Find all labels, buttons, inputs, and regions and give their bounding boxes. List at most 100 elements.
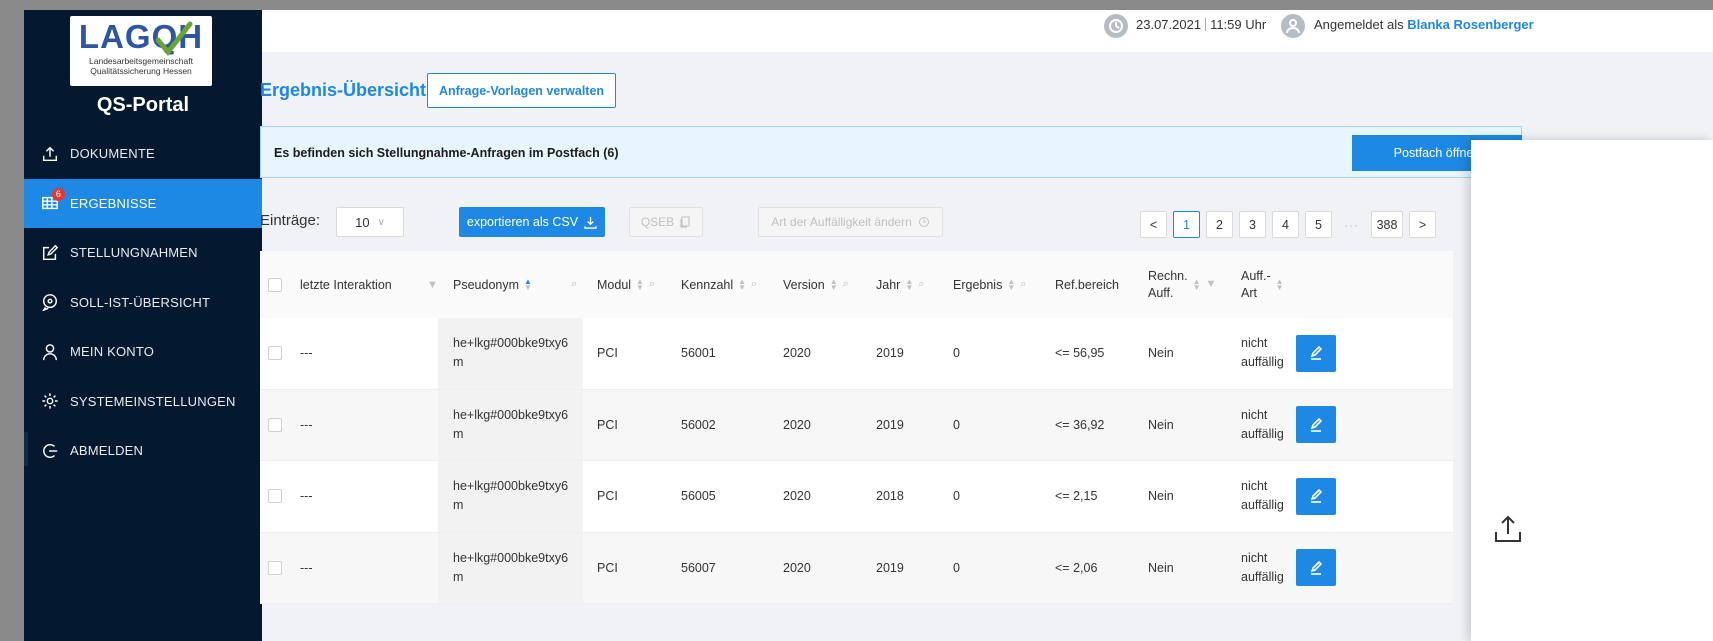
sidebar-item-abmelden[interactable]: ABMELDEN xyxy=(24,426,262,476)
gear-icon xyxy=(40,391,60,411)
sidebar-item-stellungnahmen[interactable]: STELLUNGNAHMEN xyxy=(24,228,262,278)
manage-templates-button[interactable]: Anfrage-Vorlagen verwalten xyxy=(427,73,616,108)
page-5-button[interactable]: 5 xyxy=(1305,211,1332,238)
header-jahr[interactable]: Jahr ▲ ▼ ⌕ xyxy=(876,251,924,318)
search-icon[interactable]: ⌕ xyxy=(566,251,577,318)
cell-interaction: --- xyxy=(300,346,313,361)
select-all-checkbox[interactable] xyxy=(268,277,282,292)
cell-jahr: 2019 xyxy=(876,417,904,432)
sidebar-item-label: SOLL-IST-ÜBERSICHT xyxy=(70,294,211,310)
cell-rechn-auff: Nein xyxy=(1148,560,1174,575)
info-banner: Es befinden sich Stellungnahme-Anfragen … xyxy=(260,126,1522,178)
date-text: 23.07.2021 xyxy=(1136,17,1202,32)
edit-cell xyxy=(1296,533,1336,604)
header-ergebnis[interactable]: Ergebnis ▲ ▼ ⌕ xyxy=(953,251,1026,318)
pseudonym-line1: he+lkg#000bke9txy6 xyxy=(453,407,569,422)
logo-subline-1: Landesarbeitsgemeinschaft xyxy=(89,56,193,66)
share-export-icon[interactable] xyxy=(1491,512,1525,546)
row-checkbox[interactable] xyxy=(268,560,282,575)
sidebar-item-systemeinstellungen[interactable]: SYSTEMEINSTELLUNGEN xyxy=(24,377,262,427)
change-anomaly-type-button[interactable]: Art der Auffälligkeit ändern xyxy=(758,207,943,237)
export-csv-button[interactable]: exportieren als CSV xyxy=(459,207,605,237)
cell-rechn-auff: Nein xyxy=(1148,346,1174,361)
auff-art-line1: nicht xyxy=(1241,407,1268,422)
next-page-button[interactable]: > xyxy=(1409,211,1436,238)
header-label: Ergebnis xyxy=(953,277,1003,292)
edit-button[interactable] xyxy=(1296,406,1336,444)
sidebar-item-soll-ist[interactable]: SOLL-IST-ÜBERSICHT xyxy=(24,278,262,328)
search-icon[interactable]: ⌕ xyxy=(649,278,655,291)
row-checkbox[interactable] xyxy=(268,346,282,361)
header-label-line1: Rechn. xyxy=(1148,268,1188,283)
sort-icon[interactable]: ▲ ▼ xyxy=(738,277,746,291)
sidebar-item-ergebnisse[interactable]: 6 ERGEBNISSE xyxy=(24,178,262,228)
cell-refbereich: <= 56,95 xyxy=(1055,346,1105,361)
sort-icon[interactable]: ▲ ▼ xyxy=(830,277,838,291)
qseb-button[interactable]: QSEB xyxy=(629,207,703,237)
header-rechn-auff[interactable]: Rechn. Auff. ▲ ▼ ▼ xyxy=(1148,251,1216,318)
row-checkbox[interactable] xyxy=(268,417,282,432)
row-checkbox[interactable] xyxy=(268,489,282,504)
pseudonym-line2: m xyxy=(453,426,464,441)
header-letzte-interaktion[interactable]: letzte Interaktion xyxy=(300,251,392,318)
pseudonym-line1: he+lkg#000bke9txy6 xyxy=(453,479,569,493)
pseudonym-line2: m xyxy=(453,498,464,512)
sort-down-icon: ▼ xyxy=(524,282,532,292)
search-glyph: ⌕ xyxy=(571,278,578,290)
prev-page-button[interactable]: < xyxy=(1140,211,1167,238)
cell-interaction: --- xyxy=(300,489,313,504)
page-4-button[interactable]: 4 xyxy=(1272,211,1299,238)
row-select-cell xyxy=(268,318,282,389)
page-1-button[interactable]: 1 xyxy=(1173,211,1200,238)
header-auff-art[interactable]: Auff.- Art ▲ ▼ xyxy=(1241,251,1284,318)
user-name-link[interactable]: Blanka Rosenberger xyxy=(1407,17,1533,32)
sidebar-item-dokumente[interactable]: DOKUMENTE xyxy=(24,129,262,179)
sidebar-item-label: MEIN KONTO xyxy=(70,344,155,360)
header-kennzahl[interactable]: Kennzahl ▲ ▼ ⌕ xyxy=(681,251,757,318)
header-version[interactable]: Version ▲ ▼ ⌕ xyxy=(783,251,849,318)
pseudonym-line2: m xyxy=(453,355,464,369)
sort-icon[interactable]: ▲ ▼ xyxy=(636,277,644,291)
sort-icon[interactable]: ▲ ▼ xyxy=(524,277,532,292)
pseudonym-line1: he+lkg#000bke9txy6 xyxy=(453,336,569,350)
last-page-button[interactable]: 388 xyxy=(1371,211,1403,238)
header-pseudonym[interactable]: Pseudonym ▲ ▼ xyxy=(453,251,532,318)
row-select-cell xyxy=(268,533,282,604)
search-icon[interactable]: ⌕ xyxy=(751,278,757,291)
sidebar-item-label: SYSTEMEINSTELLUNGEN xyxy=(70,393,236,409)
header-label-line2: Art xyxy=(1241,285,1257,300)
filter-icon[interactable]: ▼ xyxy=(422,251,438,318)
page-3-button[interactable]: 3 xyxy=(1239,211,1266,238)
search-icon[interactable]: ⌕ xyxy=(843,278,849,291)
sort-icon[interactable]: ▲ ▼ xyxy=(1193,277,1201,291)
logo-subline-2: Qualitätssicherung Hessen xyxy=(90,66,192,76)
header-label-stack: Rechn. Auff. xyxy=(1148,268,1188,302)
edit-button[interactable] xyxy=(1296,549,1336,587)
sort-icon[interactable]: ▲ ▼ xyxy=(1007,277,1015,291)
search-icon[interactable]: ⌕ xyxy=(1020,278,1026,291)
edit-button[interactable] xyxy=(1296,334,1336,372)
row-select-cell xyxy=(268,390,282,461)
more-pages-ellipsis[interactable]: ··· xyxy=(1338,218,1365,232)
filter-icon[interactable]: ▼ xyxy=(1206,276,1217,293)
lagqh-logo[interactable]: LAGQH Landesarbeitsgemeinschaft Qualität… xyxy=(70,16,212,86)
edit-button[interactable] xyxy=(1296,477,1336,515)
cell-kennzahl: 56002 xyxy=(681,417,716,432)
sidebar-item-mein-konto[interactable]: MEIN KONTO xyxy=(24,327,262,377)
entries-value: 10 xyxy=(355,214,370,230)
clock-icon xyxy=(1104,14,1128,38)
sort-icon[interactable]: ▲ ▼ xyxy=(905,277,913,291)
table-row: --- he+lkg#000bke9txy6 m PCI 56007 2020 2… xyxy=(260,532,1453,604)
search-icon[interactable]: ⌕ xyxy=(918,278,924,291)
top-header: 23.07.2021 11:59 Uhr Angemeldet als Blank… xyxy=(262,10,1713,52)
cell-auff-art: nicht auffällig xyxy=(1241,533,1284,604)
sidebar-item-label: STELLUNGNAHMEN xyxy=(70,245,198,261)
page-2-button[interactable]: 2 xyxy=(1206,211,1233,238)
edit-cell xyxy=(1296,390,1336,461)
sidebar-item-label: ERGEBNISSE xyxy=(70,195,157,211)
cell-modul: PCI xyxy=(597,560,618,575)
entries-per-page-select[interactable]: 10 ∨ xyxy=(336,207,404,237)
sort-icon[interactable]: ▲ ▼ xyxy=(1276,277,1284,291)
cell-refbereich: <= 36,92 xyxy=(1055,417,1105,432)
header-modul[interactable]: Modul ▲ ▼ ⌕ xyxy=(597,251,655,318)
